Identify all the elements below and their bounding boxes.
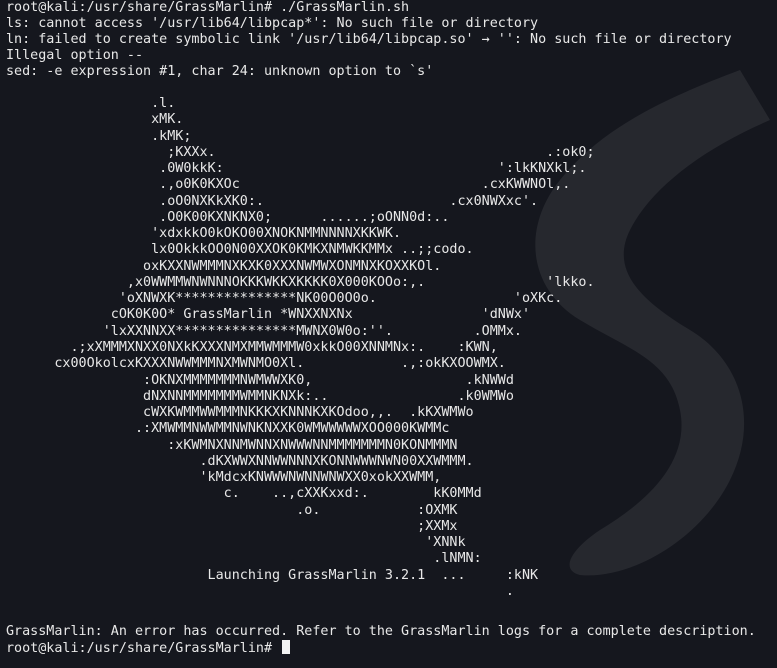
terminal-window[interactable]: root@kali:/usr/share/GrassMarlin# ./Gras… xyxy=(0,0,777,668)
grassmarlin-ascii-logo: .l. xMK. .kMK; ;KXXx. .:ok0; .0W0kkK: ':… xyxy=(54,96,595,599)
shell-prompt: root@kali:/usr/share/GrassMarlin# xyxy=(6,641,281,656)
prompt-line[interactable]: root@kali:/usr/share/GrassMarlin# xyxy=(6,640,291,656)
command-line: root@kali:/usr/share/GrassMarlin# ./Gras… xyxy=(6,0,410,15)
ln-error-line: ln: failed to create symbolic link '/usr… xyxy=(6,32,732,47)
sed-error-line: sed: -e expression #1, char 24: unknown … xyxy=(6,64,434,79)
illegal-option-line: Illegal option -- xyxy=(6,48,144,63)
grassmarlin-error-message: GrassMarlin: An error has occurred. Refe… xyxy=(6,624,756,639)
cursor-block[interactable] xyxy=(282,640,291,654)
ls-error-line: ls: cannot access '/usr/lib64/libpcap*':… xyxy=(6,16,539,31)
